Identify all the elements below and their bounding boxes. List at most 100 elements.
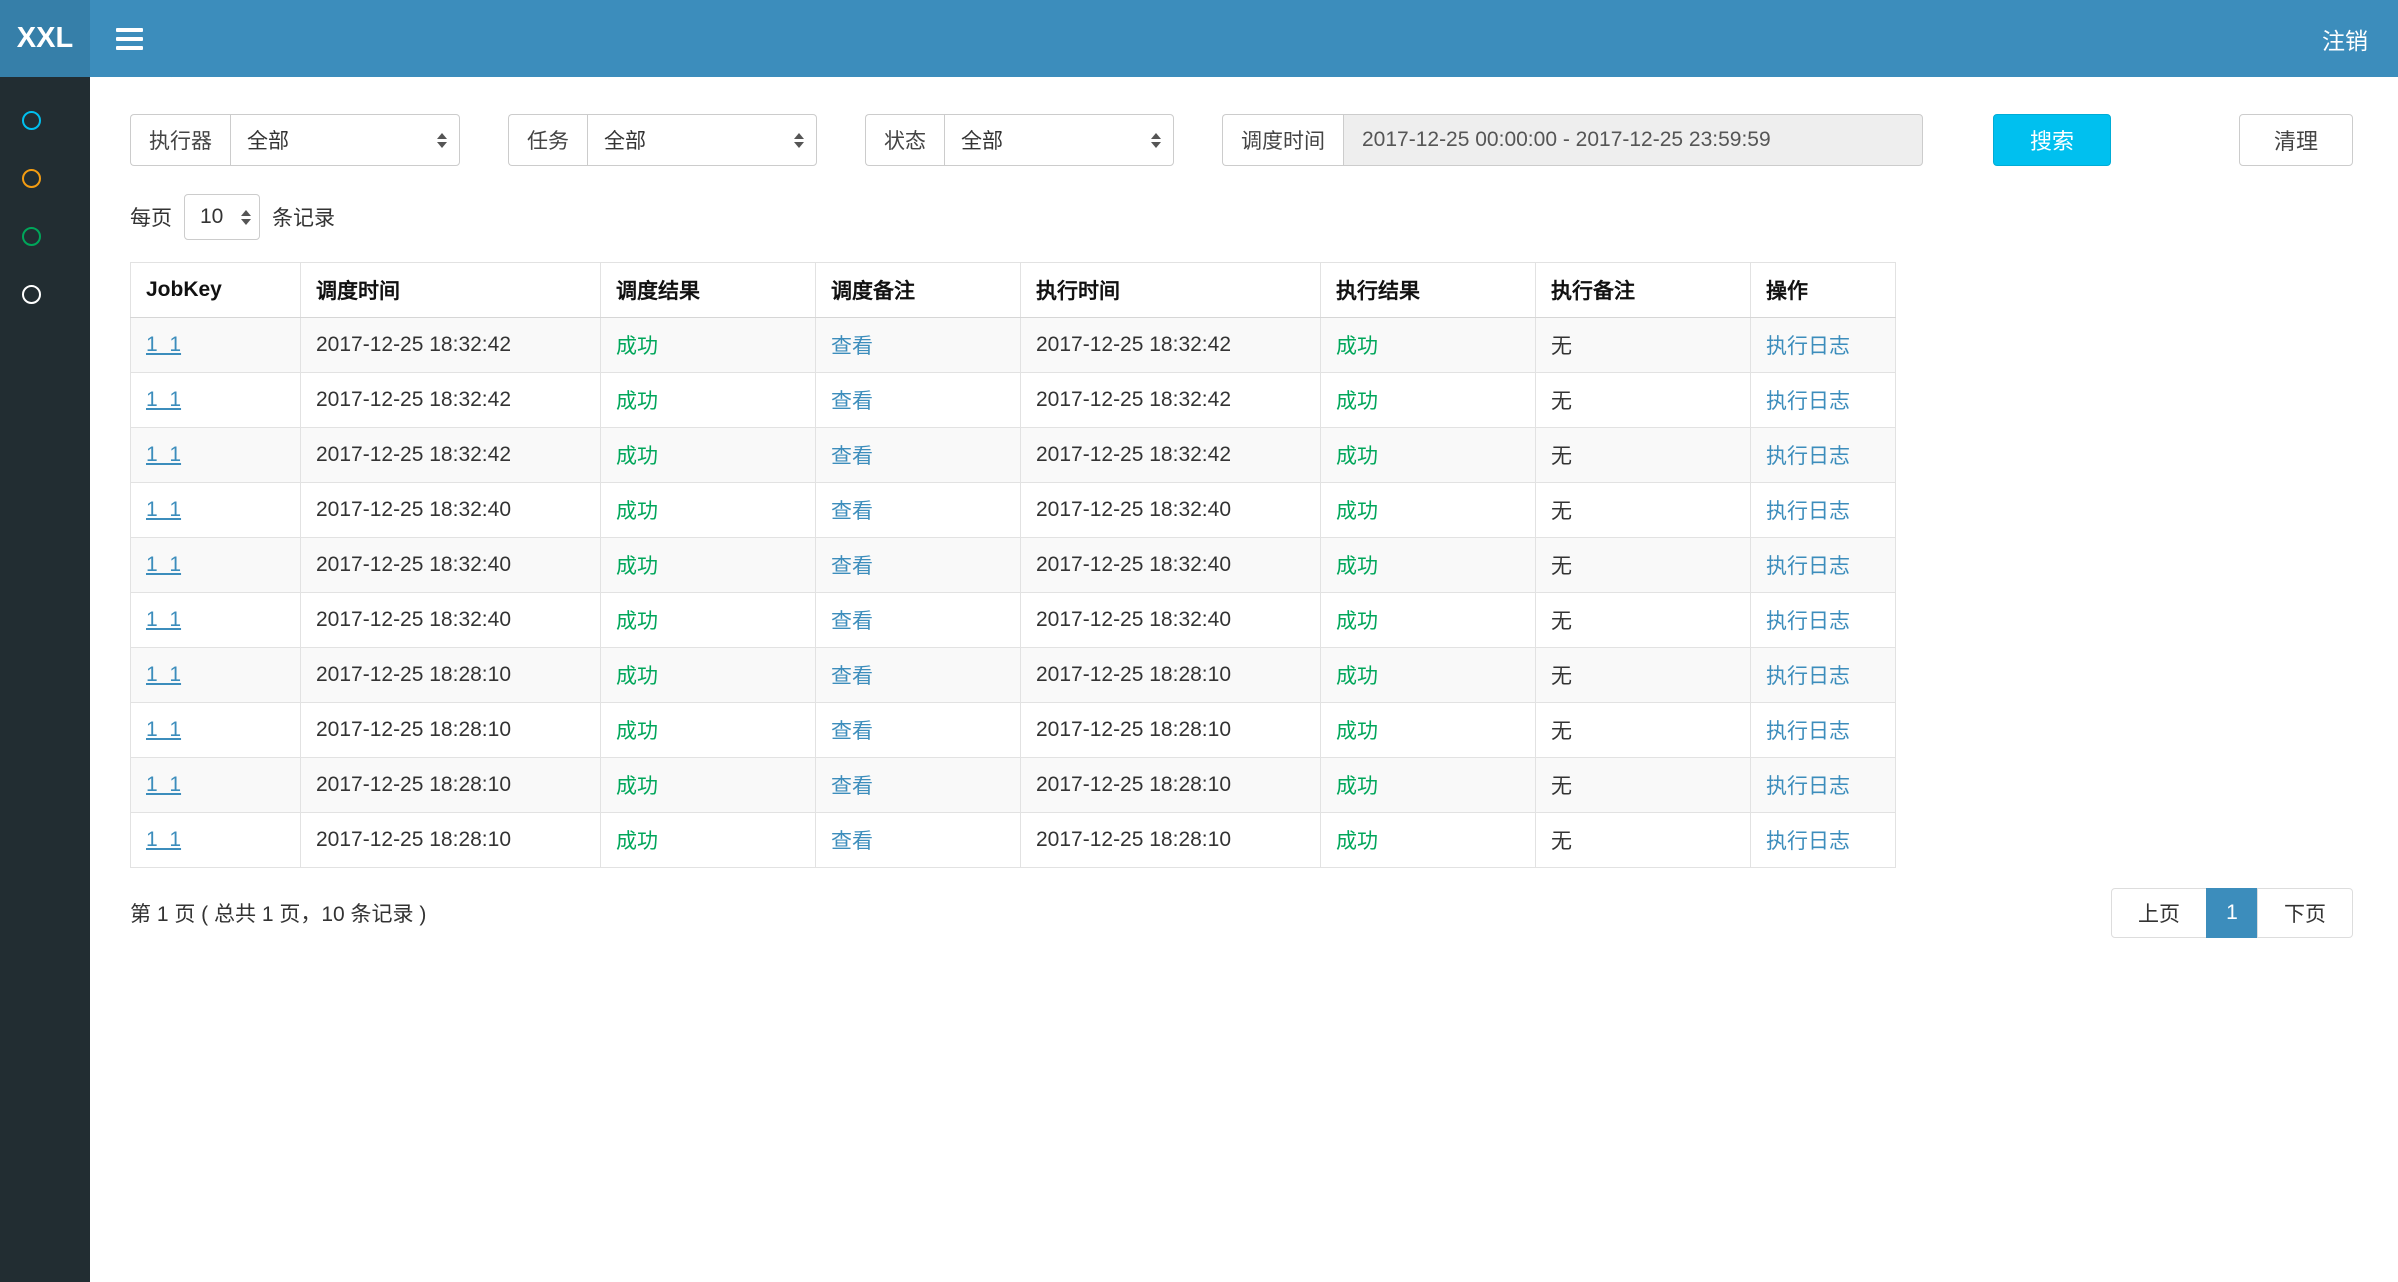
main-content: 调度日志任务调度中心 执行器 全部 任务 全部 状态 全部 调度时间 <box>90 0 2398 938</box>
table-row: 1_1 2017-12-25 18:32:40 成功 查看 2017-12-25 18:… <box>131 593 1896 648</box>
jobkey-link[interactable]: 1_1 <box>146 773 181 796</box>
table-row: 1_1 2017-12-25 18:28:10 成功 查看 2017-12-25 18:… <box>131 813 1896 868</box>
table-footer: 第 1 页 ( 总共 1 页，10 条记录 ) 上页 1 下页 <box>130 888 2353 938</box>
handle-time-cell: 2017-12-25 18:28:10 <box>1036 773 1231 796</box>
handle-time-cell: 2017-12-25 18:32:40 <box>1036 608 1231 631</box>
dispatch-log-table: JobKey调度时间调度结果调度备注执行时间执行结果执行备注操作 1_1 2017… <box>130 262 1896 868</box>
handle-result-cell: 成功 <box>1336 500 1378 523</box>
trigger-time-filter-label: 调度时间 <box>1222 114 1343 166</box>
page-size-suffix: 条记录 <box>272 202 335 232</box>
handle-msg-cell: 无 <box>1551 665 1572 688</box>
handle-time-cell: 2017-12-25 18:28:10 <box>1036 828 1231 851</box>
exec-log-link[interactable]: 执行日志 <box>1766 775 1850 798</box>
job-filter-label: 任务 <box>508 114 587 166</box>
hamburger-bar <box>116 37 143 41</box>
sidebar-item-1[interactable] <box>0 91 90 149</box>
sidebar-toggle-icon[interactable] <box>90 0 169 77</box>
column-header: 执行时间 <box>1021 263 1321 318</box>
status-select[interactable]: 全部 <box>944 114 1174 166</box>
column-header: JobKey <box>131 263 301 318</box>
trigger-result-cell: 成功 <box>616 830 658 853</box>
trigger-msg-link[interactable]: 查看 <box>831 390 873 413</box>
jobkey-link[interactable]: 1_1 <box>146 608 181 631</box>
circle-o-icon <box>22 169 41 188</box>
pagination-prev-button[interactable]: 上页 <box>2111 888 2207 938</box>
trigger-time-cell: 2017-12-25 18:32:42 <box>316 333 511 356</box>
exec-log-link[interactable]: 执行日志 <box>1766 830 1850 853</box>
sidebar-item-3[interactable] <box>0 207 90 265</box>
sidebar-item-4[interactable] <box>0 265 90 323</box>
trigger-msg-link[interactable]: 查看 <box>831 830 873 853</box>
column-header: 调度备注 <box>816 263 1021 318</box>
trigger-msg-link[interactable]: 查看 <box>831 775 873 798</box>
table-row: 1_1 2017-12-25 18:32:40 成功 查看 2017-12-25 18:… <box>131 538 1896 593</box>
logout-link[interactable]: 注销 <box>2292 0 2398 77</box>
jobkey-link[interactable]: 1_1 <box>146 663 181 686</box>
trigger-result-cell: 成功 <box>616 555 658 578</box>
trigger-time-cell: 2017-12-25 18:32:42 <box>316 443 511 466</box>
executor-filter-group: 执行器 全部 <box>130 114 460 166</box>
pagination-next-button[interactable]: 下页 <box>2257 888 2353 938</box>
exec-log-link[interactable]: 执行日志 <box>1766 555 1850 578</box>
trigger-time-cell: 2017-12-25 18:32:40 <box>316 608 511 631</box>
table-row: 1_12017-12-25 18:32:42成功查看2017-12-25 18:… <box>131 318 1896 373</box>
exec-log-link[interactable]: 执行日志 <box>1766 500 1850 523</box>
trigger-result-cell: 成功 <box>616 445 658 468</box>
exec-log-link[interactable]: 执行日志 <box>1766 335 1850 358</box>
trigger-time-cell: 2017-12-25 18:28:10 <box>316 828 511 851</box>
trigger-result-cell: 成功 <box>616 775 658 798</box>
search-button[interactable]: 搜索 <box>1993 114 2111 166</box>
exec-log-link[interactable]: 执行日志 <box>1766 665 1850 688</box>
trigger-msg-link[interactable]: 查看 <box>831 500 873 523</box>
trigger-msg-link[interactable]: 查看 <box>831 555 873 578</box>
clear-button[interactable]: 清理 <box>2239 114 2353 166</box>
handle-msg-cell: 无 <box>1551 555 1572 578</box>
handle-time-cell: 2017-12-25 18:32:40 <box>1036 498 1231 521</box>
page-size-select[interactable]: 10 <box>184 194 260 240</box>
handle-msg-cell: 无 <box>1551 500 1572 523</box>
trigger-result-cell: 成功 <box>616 665 658 688</box>
exec-log-link[interactable]: 执行日志 <box>1766 720 1850 743</box>
trigger-msg-link[interactable]: 查看 <box>831 445 873 468</box>
jobkey-link[interactable]: 1_1 <box>146 553 181 576</box>
exec-log-link[interactable]: 执行日志 <box>1766 445 1850 468</box>
jobkey-link[interactable]: 1_1 <box>146 443 181 466</box>
executor-select[interactable]: 全部 <box>230 114 460 166</box>
handle-msg-cell: 无 <box>1551 335 1572 358</box>
trigger-msg-link[interactable]: 查看 <box>831 610 873 633</box>
select-stepper-icon <box>794 133 804 148</box>
trigger-msg-link[interactable]: 查看 <box>831 665 873 688</box>
trigger-time-range-input[interactable]: 2017-12-25 00:00:00 - 2017-12-25 23:59:5… <box>1343 114 1923 166</box>
status-filter-label: 状态 <box>865 114 944 166</box>
table-row: 1_12017-12-25 18:28:10成功查看2017-12-25 18:… <box>131 703 1896 758</box>
jobkey-link[interactable]: 1_1 <box>146 333 181 356</box>
jobkey-link[interactable]: 1_1 <box>146 718 181 741</box>
column-header: 执行结果 <box>1321 263 1536 318</box>
app-logo[interactable]: XXL <box>0 0 90 77</box>
trigger-time-cell: 2017-12-25 18:28:10 <box>316 773 511 796</box>
trigger-msg-link[interactable]: 查看 <box>831 720 873 743</box>
trigger-result-cell: 成功 <box>616 610 658 633</box>
handle-result-cell: 成功 <box>1336 830 1378 853</box>
job-select-value: 全部 <box>604 125 646 155</box>
table-row: 1_12017-12-25 18:32:42成功查看2017-12-25 18:… <box>131 428 1896 483</box>
handle-time-cell: 2017-12-25 18:32:40 <box>1036 553 1231 576</box>
trigger-msg-link[interactable]: 查看 <box>831 335 873 358</box>
page-size-control: 每页 10 条记录 <box>130 194 2353 240</box>
executor-select-value: 全部 <box>247 125 289 155</box>
select-stepper-icon <box>437 133 447 148</box>
log-table-header-row: JobKey调度时间调度结果调度备注执行时间执行结果执行备注操作 <box>131 263 1896 318</box>
trigger-time-cell: 2017-12-25 18:32:40 <box>316 553 511 576</box>
sidebar-item-2[interactable] <box>0 149 90 207</box>
handle-msg-cell: 无 <box>1551 720 1572 743</box>
exec-log-link[interactable]: 执行日志 <box>1766 390 1850 413</box>
exec-log-link[interactable]: 执行日志 <box>1766 610 1850 633</box>
job-select[interactable]: 全部 <box>587 114 817 166</box>
jobkey-link[interactable]: 1_1 <box>146 388 181 411</box>
pagination-page-1-button[interactable]: 1 <box>2206 888 2258 938</box>
table-row: 1_12017-12-25 18:28:10成功查看2017-12-25 18:… <box>131 648 1896 703</box>
jobkey-link[interactable]: 1_1 <box>146 498 181 521</box>
jobkey-link[interactable]: 1_1 <box>146 828 181 851</box>
trigger-time-cell: 2017-12-25 18:28:10 <box>316 718 511 741</box>
circle-o-icon <box>22 111 41 130</box>
